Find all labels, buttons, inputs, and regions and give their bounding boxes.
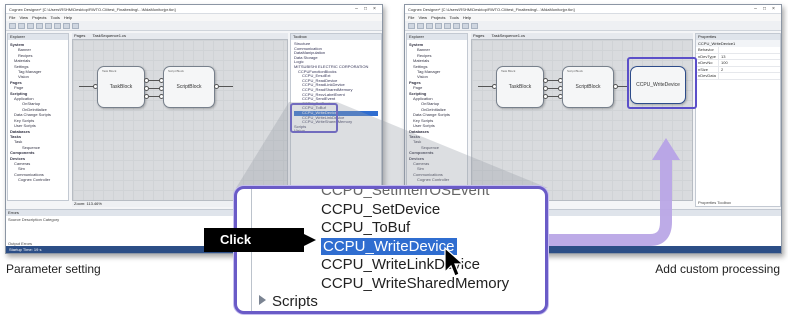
- maximize-icon[interactable]: □: [760, 6, 769, 12]
- script-block[interactable]: Script Block ScriptBlock: [163, 66, 215, 108]
- expand-arrow-icon[interactable]: [259, 295, 266, 305]
- list-item[interactable]: CCPU_SetDevice: [255, 201, 545, 220]
- undo-icon[interactable]: [63, 22, 70, 29]
- property-row[interactable]: Behavior: [696, 47, 780, 54]
- menu-bar: File View Projects Tools Help: [405, 14, 781, 21]
- minimize-icon[interactable]: –: [352, 6, 361, 12]
- explorer-item[interactable]: Cognex Controller: [10, 177, 66, 182]
- tab-sequence[interactable]: TaskSequence1.cs: [491, 33, 525, 38]
- script-block-caption: Script Block: [168, 69, 184, 73]
- redo-icon[interactable]: [471, 22, 478, 29]
- explorer-tree: System Banner Recipes Materials Settings Tag …: [407, 40, 467, 185]
- paste-icon[interactable]: [453, 22, 460, 29]
- redo-icon[interactable]: [72, 22, 79, 29]
- property-row[interactable]: nDevNo 100: [696, 60, 780, 67]
- window-title: Cognex Designer* [C:\Users\RSHM\Desktop\…: [408, 6, 575, 12]
- property-row[interactable]: nDevData: [696, 73, 780, 80]
- script-block-caption: Script Block: [567, 69, 583, 73]
- open-icon[interactable]: [18, 22, 25, 29]
- menu-tools[interactable]: Tools: [51, 15, 60, 20]
- menu-help[interactable]: Help: [64, 15, 72, 20]
- open-icon[interactable]: [417, 22, 424, 29]
- maximize-icon[interactable]: □: [361, 6, 370, 12]
- new-block-highlight: [627, 57, 697, 109]
- menu-projects[interactable]: Projects: [431, 15, 445, 20]
- status-text: Startup Time: 19 s: [9, 247, 42, 252]
- list-item[interactable]: CCPU_WriteLinkDevice: [255, 256, 545, 275]
- task-block-caption: Task Block: [102, 69, 117, 73]
- list-item[interactable]: CCPU_SetInterrOSEvent: [255, 189, 545, 201]
- script-block[interactable]: Script Block ScriptBlock: [562, 66, 614, 108]
- title-bar: Cognex Designer* [C:\Users\RSHM\Desktop\…: [405, 5, 781, 14]
- property-row[interactable]: nDevType 13: [696, 53, 780, 61]
- menu-view[interactable]: View: [418, 15, 427, 20]
- window-title: Cognex Designer* [C:\Users\RSHM\Desktop\…: [9, 6, 176, 12]
- explorer-pane: Explorer System Banner Recipes Materials Set…: [7, 33, 69, 201]
- toolbar: [405, 21, 781, 31]
- scripts-group[interactable]: Scripts: [259, 293, 318, 310]
- tab-sequence[interactable]: TaskSequence1.cs: [92, 33, 126, 38]
- new-icon[interactable]: [9, 22, 16, 29]
- properties-tabs[interactable]: Properties Toolbox: [698, 200, 731, 205]
- menu-projects[interactable]: Projects: [32, 15, 46, 20]
- click-label: Click: [204, 228, 304, 252]
- cut-icon[interactable]: [36, 22, 43, 29]
- minimize-icon[interactable]: –: [751, 6, 760, 12]
- cut-icon[interactable]: [435, 22, 442, 29]
- explorer-item[interactable]: Cognex Controller: [409, 177, 465, 182]
- list-item[interactable]: CCPU_WriteSharedMemory: [255, 275, 545, 294]
- selection-highlight: [290, 103, 338, 133]
- menu-tools[interactable]: Tools: [450, 15, 459, 20]
- close-icon[interactable]: ×: [769, 6, 778, 12]
- tab-pages[interactable]: Pages: [473, 33, 484, 38]
- copy-icon[interactable]: [45, 22, 52, 29]
- task-block-caption: Task Block: [501, 69, 516, 73]
- undo-icon[interactable]: [462, 22, 469, 29]
- script-block-label: ScriptBlock: [575, 84, 601, 90]
- caption-right: Add custom processing: [655, 262, 780, 276]
- menu-bar: File View Projects Tools Help: [6, 14, 382, 21]
- canvas-tabs: Pages TaskSequence1.cs: [72, 33, 288, 39]
- tab-pages[interactable]: Pages: [74, 33, 85, 38]
- script-block-label: ScriptBlock: [176, 84, 202, 90]
- task-block[interactable]: Task Block TaskBlock: [97, 66, 145, 108]
- title-bar: Cognex Designer* [C:\Users\RSHM\Desktop\…: [6, 5, 382, 14]
- task-block-label: TaskBlock: [508, 84, 532, 90]
- menu-help[interactable]: Help: [463, 15, 471, 20]
- new-icon[interactable]: [408, 22, 415, 29]
- properties-pane: Properties CCPU_WriteDevice1 Behavior nD…: [695, 33, 781, 207]
- explorer-pane: Explorer System Banner Recipes Materials Set…: [406, 33, 468, 201]
- task-block-label: TaskBlock: [109, 84, 133, 90]
- copy-icon[interactable]: [444, 22, 451, 29]
- menu-file[interactable]: File: [408, 15, 414, 20]
- menu-view[interactable]: View: [19, 15, 28, 20]
- properties-grid: Behavior nDevType 13 nDevNo 100 nSize 2 nDe…: [696, 47, 780, 80]
- caption-left: Parameter setting: [6, 262, 101, 276]
- explorer-tree: System Banner Recipes Materials Settings Tag …: [8, 40, 68, 185]
- zoom-level: Zoom: 113.46%: [74, 201, 102, 206]
- click-label-text: Click: [220, 232, 252, 247]
- close-icon[interactable]: ×: [370, 6, 379, 12]
- menu-file[interactable]: File: [9, 15, 15, 20]
- sequence-canvas[interactable]: Task Block TaskBlock Script Block Script…: [72, 39, 288, 201]
- paste-icon[interactable]: [54, 22, 61, 29]
- save-icon[interactable]: [27, 22, 34, 29]
- task-block[interactable]: Task Block TaskBlock: [496, 66, 544, 108]
- save-icon[interactable]: [426, 22, 433, 29]
- canvas-tabs: Pages TaskSequence1.cs: [471, 33, 693, 39]
- scripts-label: Scripts: [272, 293, 318, 310]
- properties-object[interactable]: CCPU_WriteDevice1: [696, 40, 780, 47]
- toolbar: [6, 21, 382, 31]
- property-row[interactable]: nSize 2: [696, 66, 780, 74]
